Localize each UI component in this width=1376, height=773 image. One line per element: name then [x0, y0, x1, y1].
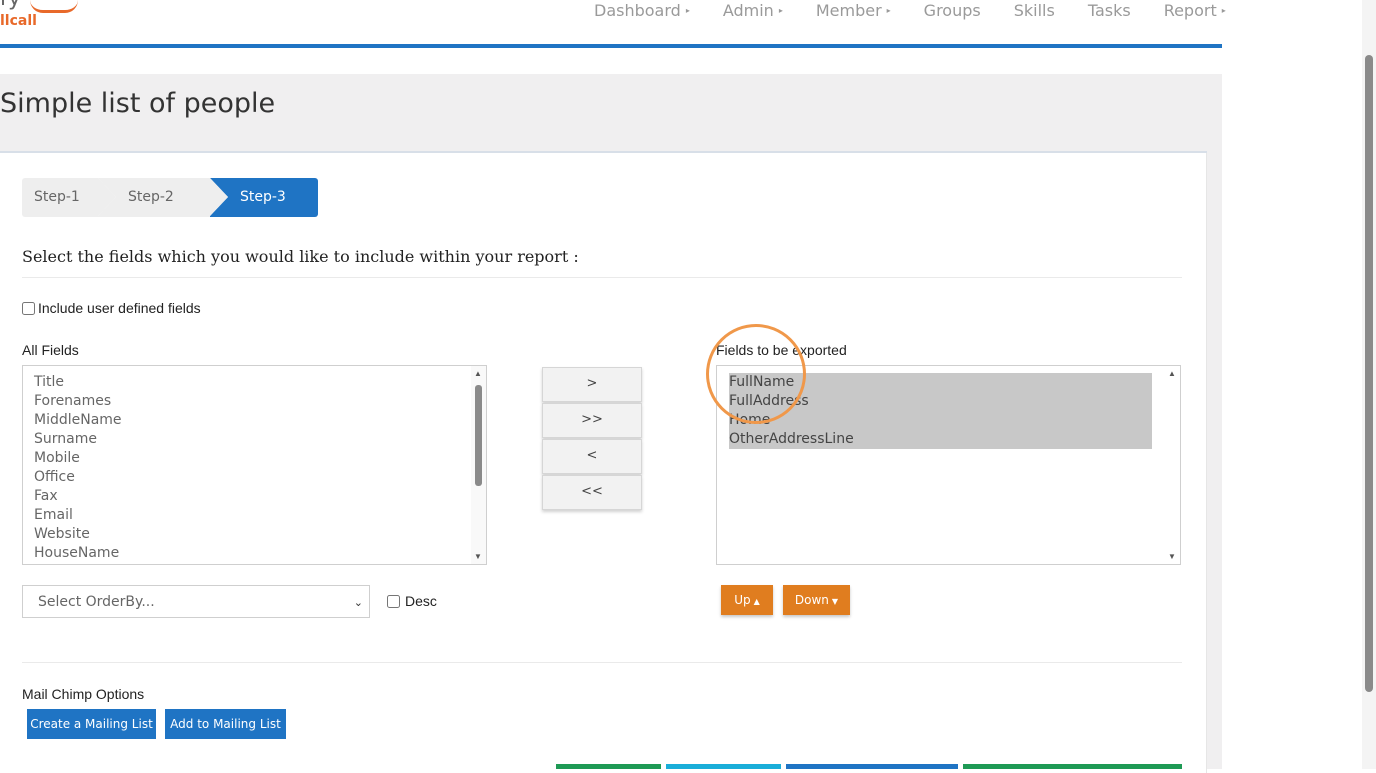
divider — [22, 662, 1182, 663]
page-header: Simple list of people — [0, 74, 1222, 153]
move-up-button[interactable]: Up ▲ — [721, 585, 773, 615]
scroll-down-icon[interactable]: ▼ — [474, 552, 482, 561]
panel-gutter — [1207, 150, 1222, 769]
caret-right-icon: ▸ — [1221, 5, 1226, 15]
nav-skills[interactable]: Skills — [1014, 0, 1055, 20]
orderby-placeholder: Select OrderBy... — [38, 594, 155, 610]
add-all-fields-button[interactable]: >> — [542, 403, 642, 438]
remove-all-fields-button[interactable]: << — [542, 475, 642, 510]
scroll-up-icon[interactable]: ▲ — [1168, 369, 1176, 378]
list-item[interactable]: Surname — [23, 430, 486, 449]
remove-field-button[interactable]: < — [542, 439, 642, 474]
list-item[interactable]: Mobile — [23, 449, 486, 468]
list-item[interactable]: Email — [23, 506, 486, 525]
scroll-thumb[interactable] — [475, 385, 482, 486]
nav-report[interactable]: Report ▸ — [1164, 0, 1226, 20]
orderby-select[interactable]: Select OrderBy... ⌄ — [22, 585, 370, 618]
step-label: Step-3 — [240, 189, 286, 205]
all-fields-list[interactable]: Title Forenames MiddleName Surname Mobil… — [22, 365, 487, 565]
header-divider — [0, 44, 1222, 48]
list-item[interactable]: Home — [729, 411, 1152, 430]
scroll-up-icon[interactable]: ▲ — [474, 369, 482, 378]
caret-right-icon: ▸ — [685, 5, 690, 15]
brand-logo[interactable]: ry llcall — [0, 0, 90, 40]
desc-checkbox[interactable] — [387, 594, 400, 608]
list-item[interactable]: Office — [23, 468, 486, 487]
action-button-green[interactable] — [556, 764, 661, 769]
udf-option[interactable]: Include user defined fields — [22, 300, 201, 316]
instruction-text: Select the fields which you would like t… — [22, 247, 579, 266]
caret-right-icon: ▸ — [778, 5, 783, 15]
udf-label: Include user defined fields — [38, 300, 201, 316]
add-to-mailing-list-button[interactable]: Add to Mailing List — [165, 709, 286, 739]
list-scrollbar[interactable]: ▲ ▼ — [471, 366, 486, 564]
desc-label: Desc — [405, 593, 437, 609]
create-mailing-list-button[interactable]: Create a Mailing List — [27, 709, 156, 739]
list-item[interactable]: Fax — [23, 487, 486, 506]
nav-label: Skills — [1013, 0, 1055, 20]
add-field-button[interactable]: > — [542, 367, 642, 402]
up-label: Up — [734, 593, 751, 607]
scroll-down-icon[interactable]: ▼ — [1168, 552, 1176, 561]
list-item[interactable]: MiddleName — [23, 411, 486, 430]
nav-dashboard[interactable]: Dashboard ▸ — [594, 0, 690, 20]
caret-right-icon: ▸ — [886, 5, 891, 15]
udf-checkbox[interactable] — [22, 301, 35, 315]
desc-option[interactable]: Desc — [387, 593, 437, 609]
logo-text: llcall — [0, 13, 37, 29]
action-button-blue[interactable] — [786, 764, 958, 769]
nav-groups[interactable]: Groups — [924, 0, 981, 20]
list-item[interactable]: HouseName — [23, 544, 486, 563]
nav-label: Member — [815, 0, 882, 20]
nav-tasks[interactable]: Tasks — [1088, 0, 1131, 20]
list-scrollbar[interactable]: ▲ ▼ — [1165, 366, 1180, 564]
divider — [22, 277, 1182, 278]
nav-admin[interactable]: Admin ▸ — [723, 0, 783, 20]
nav-label: Admin — [722, 0, 774, 20]
action-button-green-wide[interactable] — [963, 764, 1182, 769]
step-1-tab[interactable]: Step-1 — [22, 178, 116, 217]
chevron-down-icon: ⌄ — [353, 596, 363, 609]
page-scroll-thumb[interactable] — [1365, 55, 1373, 692]
step-label: Step-2 — [128, 189, 174, 205]
move-down-button[interactable]: Down ▼ — [783, 585, 850, 615]
caret-up-icon: ▲ — [753, 597, 760, 606]
list-item[interactable]: Title — [23, 373, 486, 392]
click-highlight-circle — [706, 324, 806, 424]
action-button-cyan[interactable] — [666, 764, 781, 769]
logo-top-fragment: ry — [0, 0, 21, 11]
list-item[interactable]: Forenames — [23, 392, 486, 411]
page-scrollbar[interactable] — [1362, 0, 1376, 769]
nav-label: Dashboard — [594, 0, 681, 20]
list-item[interactable]: OtherAddressLine — [729, 430, 1152, 449]
nav-label: Groups — [923, 0, 981, 20]
step-wizard: Step-1 Step-2 Step-3 — [22, 178, 318, 217]
down-label: Down — [794, 593, 829, 607]
list-item[interactable]: Website — [23, 525, 486, 544]
nav-label: Tasks — [1087, 0, 1131, 20]
nav-label: Report — [1163, 0, 1217, 20]
page-title: Simple list of people — [0, 88, 276, 119]
caret-down-icon: ▼ — [831, 597, 839, 606]
mailchimp-title: Mail Chimp Options — [22, 686, 145, 702]
logo-swoosh-icon — [30, 0, 78, 13]
nav-member[interactable]: Member ▸ — [816, 0, 891, 20]
top-nav: Dashboard ▸ Admin ▸ Member ▸ Groups Skills … — [594, 0, 1259, 20]
all-fields-label: All Fields — [22, 342, 79, 358]
